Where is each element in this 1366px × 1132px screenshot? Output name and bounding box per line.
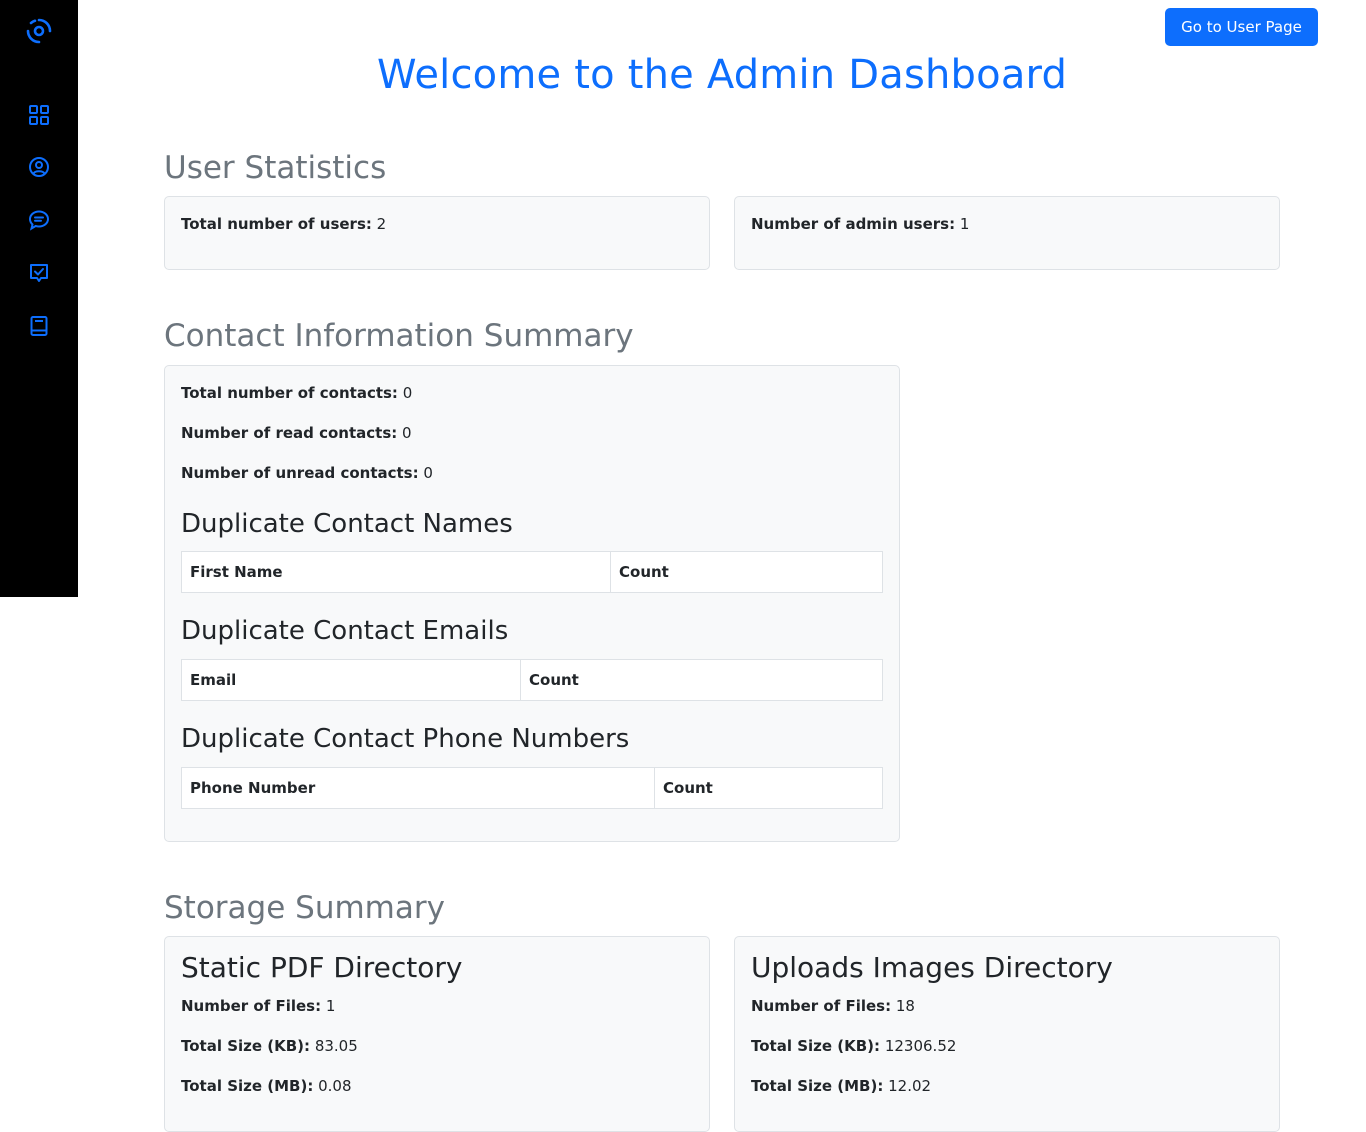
table-header-count: Count xyxy=(654,768,882,808)
images-directory-title: Uploads Images Directory xyxy=(751,951,1113,984)
unread-contacts-stat: Number of unread contacts: 0 xyxy=(181,464,433,482)
table-header-phone-number: Phone Number xyxy=(190,779,316,797)
images-directory-card: Uploads Images Directory Number of Files… xyxy=(734,936,1280,1132)
unread-contacts-label: Number of unread contacts: xyxy=(181,464,419,482)
images-size-kb-stat: Total Size (KB): 12306.52 xyxy=(751,1037,956,1055)
pdf-size-kb-value: 83.05 xyxy=(314,1037,358,1055)
pdf-size-kb-stat: Total Size (KB): 83.05 xyxy=(181,1037,358,1055)
checklist-icon[interactable] xyxy=(28,262,50,284)
table-header-email: Email xyxy=(190,671,237,689)
pdf-files-stat: Number of Files: 1 xyxy=(181,997,335,1015)
pdf-files-value: 1 xyxy=(325,997,336,1015)
images-size-mb-value: 12.02 xyxy=(888,1077,932,1095)
total-users-card: Total number of users: 2 xyxy=(164,196,710,270)
admin-users-label: Number of admin users: xyxy=(751,215,956,233)
total-users-value: 2 xyxy=(376,215,387,233)
app-logo-icon[interactable] xyxy=(25,16,53,44)
go-to-user-page-button[interactable]: Go to User Page xyxy=(1165,8,1318,46)
total-users-label: Total number of users: xyxy=(181,215,372,233)
duplicate-names-table: First Name Count xyxy=(181,551,883,593)
images-size-kb-value: 12306.52 xyxy=(884,1037,957,1055)
total-contacts-value: 0 xyxy=(402,384,413,402)
table-header-count: Count xyxy=(610,552,882,592)
pdf-size-mb-label: Total Size (MB): xyxy=(181,1077,314,1095)
duplicate-phones-table: Phone Number Count xyxy=(181,767,883,809)
duplicate-emails-table: Email Count xyxy=(181,659,883,701)
read-contacts-value: 0 xyxy=(402,424,412,442)
contact-summary-card: Total number of contacts: 0 Number of re… xyxy=(164,365,900,842)
storage-summary-title: Storage Summary xyxy=(164,890,445,926)
images-size-mb-stat: Total Size (MB): 12.02 xyxy=(751,1077,931,1095)
read-contacts-label: Number of read contacts: xyxy=(181,424,398,442)
pdf-size-mb-value: 0.08 xyxy=(318,1077,352,1095)
dashboard-grid-icon[interactable] xyxy=(28,104,50,126)
table-header-first-name: First Name xyxy=(190,563,283,581)
contact-summary-title: Contact Information Summary xyxy=(164,318,634,354)
admin-users-card: Number of admin users: 1 xyxy=(734,196,1280,270)
user-circle-icon[interactable] xyxy=(28,156,50,178)
pdf-size-mb-stat: Total Size (MB): 0.08 xyxy=(181,1077,352,1095)
total-contacts-label: Total number of contacts: xyxy=(181,384,398,402)
admin-users-value: 1 xyxy=(959,215,970,233)
images-size-mb-label: Total Size (MB): xyxy=(751,1077,884,1095)
admin-users-stat: Number of admin users: 1 xyxy=(751,215,969,233)
sidebar xyxy=(0,0,78,597)
images-files-stat: Number of Files: 18 xyxy=(751,997,915,1015)
images-size-kb-label: Total Size (KB): xyxy=(751,1037,881,1055)
unread-contacts-value: 0 xyxy=(423,464,433,482)
table-header-count: Count xyxy=(520,660,882,700)
pdf-directory-title: Static PDF Directory xyxy=(181,951,463,984)
pdf-directory-card: Static PDF Directory Number of Files: 1 … xyxy=(164,936,710,1132)
total-users-stat: Total number of users: 2 xyxy=(181,215,386,233)
images-files-value: 18 xyxy=(895,997,915,1015)
duplicate-phones-title: Duplicate Contact Phone Numbers xyxy=(181,724,630,754)
pdf-size-kb-label: Total Size (KB): xyxy=(181,1037,311,1055)
page-title: Welcome to the Admin Dashboard xyxy=(376,52,1068,98)
read-contacts-stat: Number of read contacts: 0 xyxy=(181,424,412,442)
pdf-files-label: Number of Files: xyxy=(181,997,322,1015)
images-files-label: Number of Files: xyxy=(751,997,892,1015)
user-statistics-title: User Statistics xyxy=(164,150,387,186)
chat-bubble-icon[interactable] xyxy=(28,209,50,231)
total-contacts-stat: Total number of contacts: 0 xyxy=(181,384,412,402)
duplicate-emails-title: Duplicate Contact Emails xyxy=(181,616,509,646)
book-icon[interactable] xyxy=(28,315,50,337)
duplicate-names-title: Duplicate Contact Names xyxy=(181,509,513,539)
